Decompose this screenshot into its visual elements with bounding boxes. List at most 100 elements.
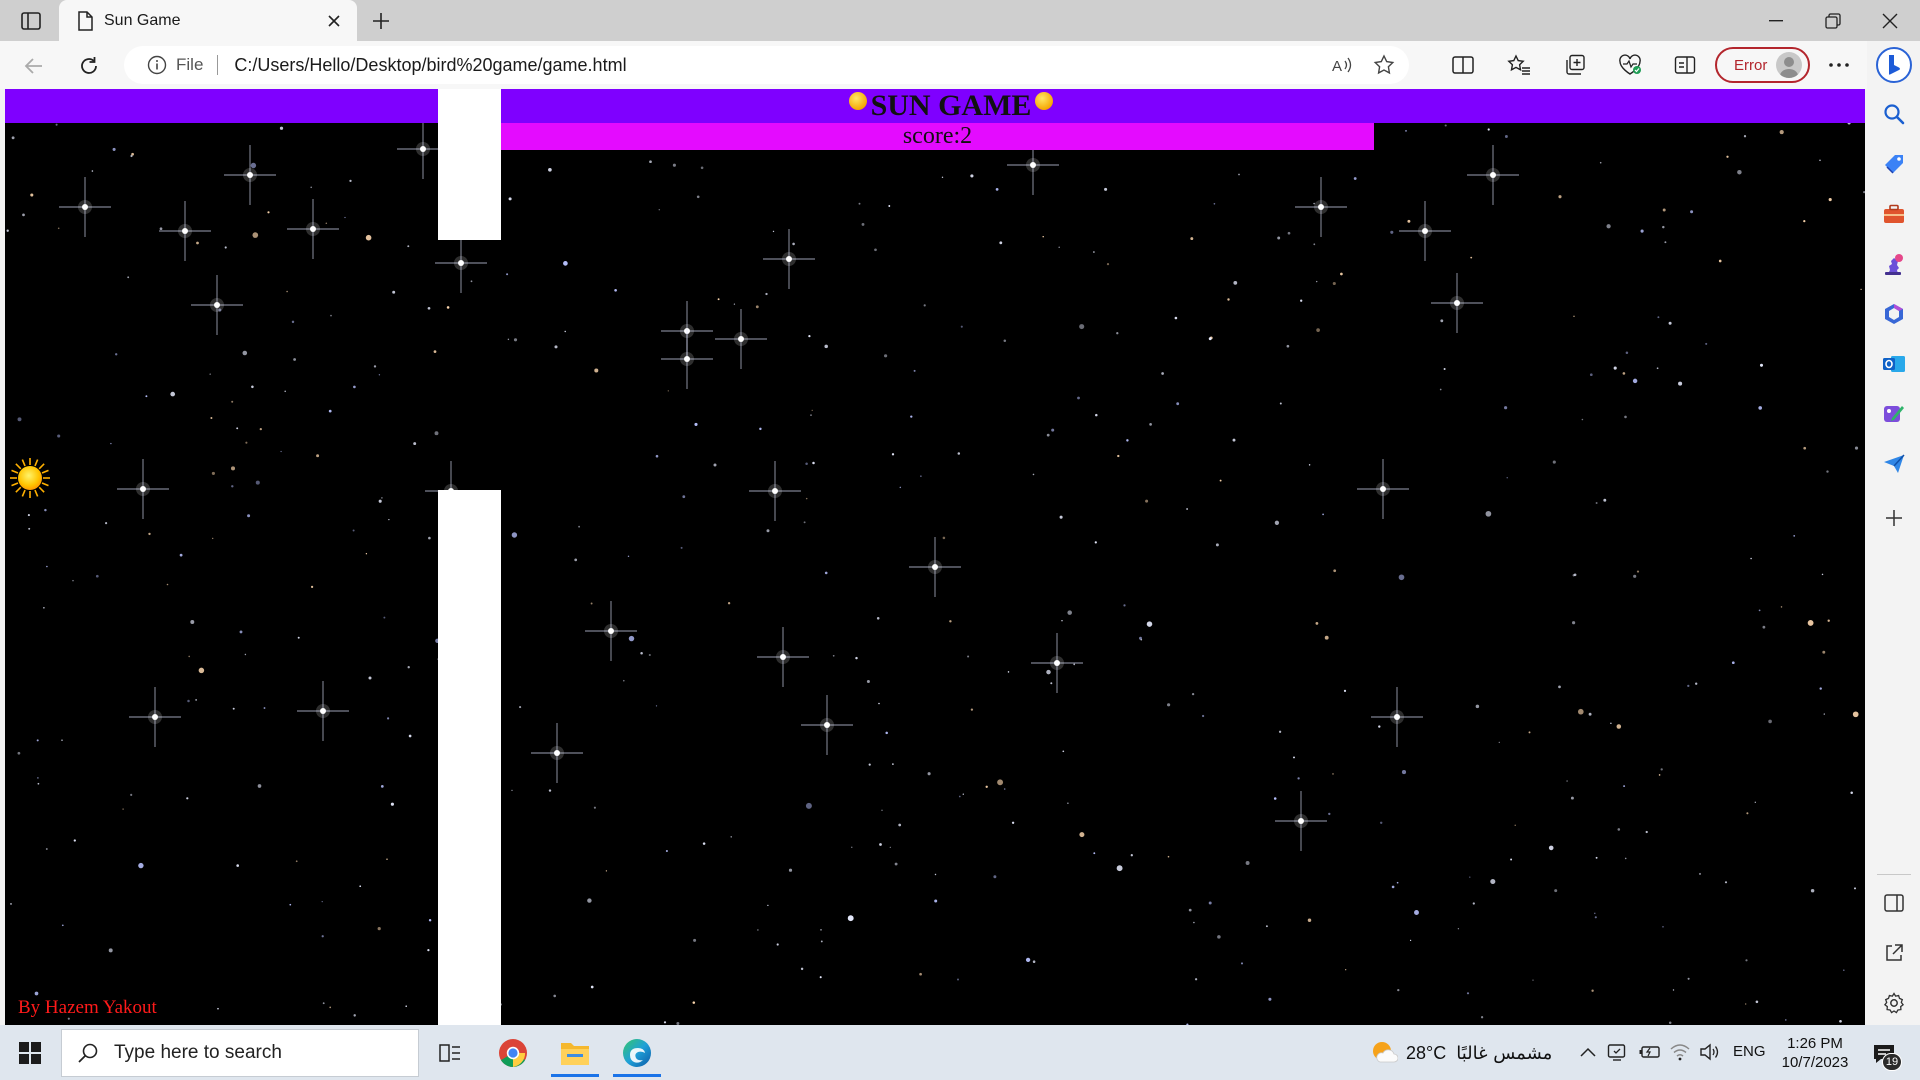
favorites-icon[interactable] <box>1500 49 1538 81</box>
shopping-tag-icon[interactable] <box>1877 147 1911 181</box>
star <box>627 555 630 558</box>
restore-icon[interactable] <box>1805 0 1861 41</box>
star <box>970 174 974 178</box>
favorite-star-icon[interactable] <box>1367 49 1401 81</box>
edge-browser-icon[interactable] <box>609 1029 665 1077</box>
designer-icon[interactable] <box>1877 397 1911 431</box>
star <box>280 450 282 453</box>
star <box>1863 190 1865 194</box>
weather-widget[interactable]: 28°C مشمس غالبًا <box>1370 1035 1552 1071</box>
star <box>1779 130 1784 135</box>
outlook-icon[interactable] <box>1877 347 1911 381</box>
chevron-up-icon[interactable] <box>1574 1037 1602 1067</box>
address-bar[interactable]: File C:/Users/Hello/Desktop/bird%20game/… <box>124 46 1409 84</box>
back-arrow-icon[interactable] <box>17 50 51 82</box>
profile-error-button[interactable]: Error <box>1715 47 1810 83</box>
search-placeholder: Type here to search <box>114 1042 282 1063</box>
bright-star <box>59 177 111 237</box>
bright-star <box>297 681 349 741</box>
star <box>1668 321 1672 325</box>
read-aloud-icon[interactable]: A <box>1325 49 1359 81</box>
star <box>672 163 676 167</box>
star <box>179 553 183 557</box>
star <box>1705 342 1708 345</box>
copilot-icon[interactable] <box>1872 43 1916 87</box>
star <box>387 717 390 720</box>
tools-briefcase-icon[interactable] <box>1877 197 1911 231</box>
star <box>236 427 239 430</box>
star <box>267 211 270 214</box>
wifi-icon[interactable] <box>1666 1037 1694 1067</box>
bright-star <box>763 229 815 289</box>
collections-icon[interactable] <box>1556 49 1594 81</box>
star <box>138 862 144 869</box>
star <box>1117 454 1120 458</box>
bright-star <box>435 233 487 293</box>
games-chess-icon[interactable] <box>1877 247 1911 281</box>
star <box>247 514 251 518</box>
microsoft-365-icon[interactable] <box>1877 297 1911 331</box>
star <box>187 699 190 703</box>
downloads-panel-icon[interactable] <box>1666 49 1704 81</box>
star <box>22 213 25 217</box>
external-link-icon[interactable] <box>1877 936 1911 970</box>
info-icon[interactable] <box>146 54 168 76</box>
star <box>231 400 234 403</box>
more-options-icon[interactable] <box>1820 49 1858 81</box>
minimize-icon[interactable] <box>1748 0 1804 41</box>
hide-sidebar-icon[interactable] <box>1877 886 1911 920</box>
search-icon[interactable] <box>1877 97 1911 131</box>
star <box>1745 959 1748 962</box>
star <box>792 242 795 246</box>
tab-sun-game[interactable]: Sun Game <box>59 0 357 41</box>
star <box>820 940 823 943</box>
star <box>1819 687 1822 690</box>
refresh-icon[interactable] <box>72 50 106 82</box>
star <box>805 462 808 466</box>
star <box>1852 711 1859 718</box>
star <box>1860 288 1862 291</box>
tab-actions-icon[interactable] <box>14 8 48 34</box>
battery-icon[interactable] <box>1636 1037 1664 1067</box>
send-drop-icon[interactable] <box>1877 447 1911 481</box>
bright-star <box>224 145 276 205</box>
star <box>1664 241 1667 244</box>
chrome-icon[interactable] <box>485 1029 541 1077</box>
star <box>511 532 518 538</box>
star <box>210 416 213 420</box>
star <box>899 486 902 489</box>
system-clock[interactable]: 1:26 PM 10/7/2023 <box>1775 1034 1855 1072</box>
close-window-icon[interactable] <box>1862 0 1918 41</box>
browser-essentials-icon[interactable] <box>1611 49 1649 81</box>
url-text[interactable]: C:/Users/Hello/Desktop/bird%20game/game.… <box>234 55 1325 76</box>
star <box>1176 402 1180 406</box>
star <box>245 441 248 444</box>
notification-center-icon[interactable]: 19 <box>1866 1037 1902 1071</box>
add-sidebar-app-icon[interactable] <box>1877 501 1911 535</box>
star <box>373 365 377 368</box>
file-explorer-icon[interactable] <box>547 1029 603 1077</box>
split-screen-icon[interactable] <box>1444 49 1482 81</box>
star <box>1332 773 1334 775</box>
windows-start-icon[interactable] <box>10 1035 50 1071</box>
volume-icon[interactable] <box>1696 1037 1724 1067</box>
taskbar-search-input[interactable]: Type here to search <box>61 1029 419 1077</box>
star <box>1558 685 1561 689</box>
star <box>470 280 473 283</box>
bright-star <box>661 329 713 389</box>
star <box>1328 812 1331 816</box>
tab-title: Sun Game <box>104 11 181 29</box>
close-tab-icon[interactable] <box>321 8 347 34</box>
input-language[interactable]: ENG <box>1733 1043 1766 1060</box>
task-view-icon[interactable] <box>422 1029 478 1077</box>
game-viewport[interactable]: SUN GAME score:2 By Hazem Yakout <box>5 89 1865 1025</box>
star <box>279 126 284 130</box>
star <box>727 602 731 605</box>
star <box>1623 785 1626 788</box>
star <box>1595 502 1598 504</box>
star <box>788 868 793 872</box>
new-tab-icon[interactable] <box>368 8 394 34</box>
meet-now-icon[interactable] <box>1604 1037 1632 1067</box>
star <box>1807 619 1814 626</box>
settings-gear-icon[interactable] <box>1877 986 1911 1020</box>
